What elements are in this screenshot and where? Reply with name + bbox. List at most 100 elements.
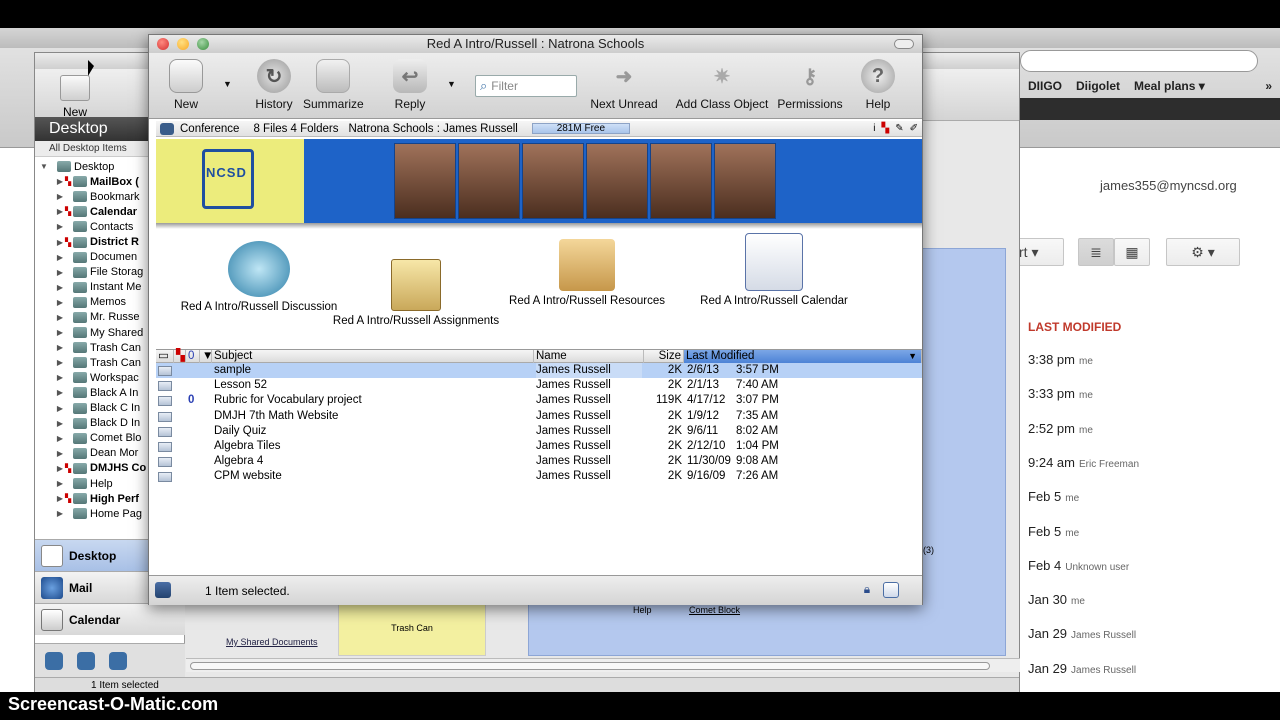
bookmark-meal-plans[interactable]: Meal plans ▾ xyxy=(1134,79,1205,93)
comet-block-link[interactable]: Comet Block xyxy=(689,605,740,615)
modified-row[interactable]: Feb 4 Unknown user xyxy=(1028,558,1129,573)
table-row[interactable]: Daily Quiz James Russell 2K 9/6/11 8:02 AM xyxy=(156,424,922,439)
disclosure-triangle-icon[interactable]: ▼ xyxy=(39,162,49,171)
modified-row[interactable]: Jan 30 me xyxy=(1028,592,1085,607)
name-column-header[interactable]: Name xyxy=(534,350,644,363)
disclosure-triangle-icon[interactable]: ▶ xyxy=(55,449,65,458)
history-button[interactable]: ↻ History xyxy=(253,59,295,111)
last-modified-heading[interactable]: LAST MODIFIED xyxy=(1028,320,1121,334)
grid-view-button[interactable]: ▦ xyxy=(1114,238,1150,266)
disclosure-triangle-icon[interactable]: ▶ xyxy=(55,207,65,216)
info-icon[interactable]: i xyxy=(873,123,875,134)
reply-button[interactable]: ↩ Reply xyxy=(393,59,427,111)
discussion-tile[interactable]: Red A Intro/Russell Discussion xyxy=(174,241,344,313)
table-row[interactable]: 0 Rubric for Vocabulary project James Russ… xyxy=(156,393,922,408)
table-row[interactable]: Lesson 52 James Russell 2K 2/1/13 7:40 AM xyxy=(156,378,922,393)
last-modified-column-header[interactable]: Last Modified ▼ xyxy=(684,350,922,363)
filter-input[interactable]: ⌕ Filter xyxy=(475,75,577,97)
bookmark-diigo[interactable]: DIIGO xyxy=(1028,79,1062,93)
lock-icon[interactable]: 🔒︎ xyxy=(859,582,875,598)
envelope-column-icon[interactable]: ▭ xyxy=(156,350,174,363)
modified-row[interactable]: Feb 5 me xyxy=(1028,489,1079,504)
disclosure-triangle-icon[interactable]: ▶ xyxy=(55,177,65,186)
disclosure-triangle-icon[interactable]: ▶ xyxy=(55,494,65,503)
reply-dropdown-icon[interactable]: ▼ xyxy=(447,79,456,89)
conference-status-icon[interactable] xyxy=(155,582,171,598)
scroll-thumb[interactable] xyxy=(190,662,990,670)
disclosure-triangle-icon[interactable]: ▶ xyxy=(55,298,65,307)
disclosure-triangle-icon[interactable]: ▶ xyxy=(55,509,65,518)
disclosure-triangle-icon[interactable]: ▶ xyxy=(55,238,65,247)
modified-row[interactable]: Jan 29 James Russell xyxy=(1028,626,1136,641)
desktop-status-bar: 1 Item selected xyxy=(35,677,1019,693)
permissions-button[interactable]: ⚷ Permissions xyxy=(777,59,843,112)
settings-gear-button[interactable]: ⚙ ▾ xyxy=(1166,238,1240,266)
refresh-icon[interactable] xyxy=(45,652,63,670)
flag-column-icon[interactable]: ▚ xyxy=(174,350,186,363)
globe-icon[interactable] xyxy=(77,652,95,670)
flag-icon[interactable]: ▚ xyxy=(882,123,890,134)
next-unread-button[interactable]: ➜ Next Unread xyxy=(589,59,659,112)
chevron-right-icon[interactable]: » xyxy=(1265,79,1280,93)
resources-tile[interactable]: Red A Intro/Russell Resources xyxy=(502,239,672,307)
assignments-tile[interactable]: Red A Intro/Russell Assignments xyxy=(326,259,506,327)
disclosure-triangle-icon[interactable]: ▶ xyxy=(55,222,65,231)
edit-icon[interactable]: ✎ xyxy=(895,123,903,134)
disclosure-triangle-icon[interactable]: ▶ xyxy=(55,313,65,322)
disclosure-triangle-icon[interactable]: ▶ xyxy=(55,434,65,443)
minimize-icon[interactable] xyxy=(177,38,189,50)
new-dropdown-icon[interactable]: ▼ xyxy=(223,79,232,89)
table-row[interactable]: Algebra Tiles James Russell 2K 2/12/10 1:04 … xyxy=(156,439,922,454)
disclosure-triangle-icon[interactable]: ▶ xyxy=(55,268,65,277)
horizontal-scrollbar[interactable] xyxy=(186,658,1020,672)
calendar-tile[interactable]: Red A Intro/Russell Calendar xyxy=(694,233,854,307)
disclosure-triangle-icon[interactable]: ▶ xyxy=(55,479,65,488)
disclosure-triangle-icon[interactable]: ▶ xyxy=(55,404,65,413)
list-view-button[interactable]: ≣ xyxy=(1078,238,1114,266)
layout-toggle-icon[interactable] xyxy=(883,582,899,598)
attachment-column-icon[interactable]: 0 xyxy=(186,350,200,363)
help-button[interactable]: ? Help xyxy=(861,59,895,111)
close-icon[interactable] xyxy=(157,38,169,50)
help-icon: ? xyxy=(861,59,895,93)
modified-row[interactable]: 2:52 pm me xyxy=(1028,421,1093,436)
modified-row[interactable]: 3:33 pm me xyxy=(1028,386,1093,401)
disclosure-triangle-icon[interactable]: ▶ xyxy=(55,343,65,352)
disclosure-triangle-icon[interactable]: ▶ xyxy=(55,373,65,382)
table-row[interactable]: CPM website James Russell 2K 9/16/09 7:26 AM xyxy=(156,469,922,484)
subject-column-header[interactable]: Subject xyxy=(212,350,534,363)
new-button[interactable]: New xyxy=(169,59,203,111)
disclosure-triangle-icon[interactable]: ▶ xyxy=(55,464,65,473)
modified-row[interactable]: 9:24 am Eric Freeman xyxy=(1028,455,1139,470)
size-column-header[interactable]: Size xyxy=(644,350,684,363)
disclosure-triangle-icon[interactable]: ▶ xyxy=(55,328,65,337)
summarize-icon xyxy=(316,59,350,93)
table-row[interactable]: Algebra 4 James Russell 2K 11/30/09 9:08 AM xyxy=(156,454,922,469)
disclosure-triangle-icon[interactable]: ▶ xyxy=(55,419,65,428)
disclosure-triangle-icon[interactable]: ▶ xyxy=(55,358,65,367)
toolbar-toggle-icon[interactable] xyxy=(894,39,914,49)
disclosure-triangle-icon[interactable]: ▶ xyxy=(55,253,65,262)
summarize-button[interactable]: Summarize xyxy=(303,59,364,111)
disclosure-triangle-icon[interactable]: ▶ xyxy=(55,192,65,201)
my-shared-documents-link[interactable]: My Shared Documents xyxy=(226,637,318,647)
zoom-icon[interactable] xyxy=(197,38,209,50)
disclosure-triangle-icon[interactable]: ▶ xyxy=(55,283,65,292)
table-row[interactable]: sample James Russell 2K 2/6/13 3:57 PM xyxy=(156,363,922,379)
chevron-down-icon[interactable]: ▼ xyxy=(200,350,213,363)
modified-row[interactable]: 3:38 pm me xyxy=(1028,352,1093,367)
tree-item-label: Dean Mor xyxy=(90,447,139,460)
url-bar[interactable] xyxy=(1020,50,1258,72)
help-link[interactable]: Help xyxy=(633,605,652,615)
network-icon[interactable] xyxy=(109,652,127,670)
desktop-new-button[interactable]: New xyxy=(55,75,95,119)
modified-row[interactable]: Feb 5 me xyxy=(1028,524,1079,539)
bookmark-diigolet[interactable]: Diigolet xyxy=(1076,79,1120,93)
nav-calendar-button[interactable]: Calendar xyxy=(35,603,185,635)
modified-row[interactable]: Jan 29 James Russell xyxy=(1028,661,1136,676)
add-class-object-button[interactable]: ✷ Add Class Object xyxy=(675,59,769,112)
disclosure-triangle-icon[interactable]: ▶ xyxy=(55,388,65,397)
brush-icon[interactable]: ✐ xyxy=(910,123,918,134)
table-row[interactable]: DMJH 7th Math Website James Russell 2K 1/9/… xyxy=(156,409,922,424)
account-email[interactable]: james355@myncsd.org xyxy=(1100,178,1237,193)
